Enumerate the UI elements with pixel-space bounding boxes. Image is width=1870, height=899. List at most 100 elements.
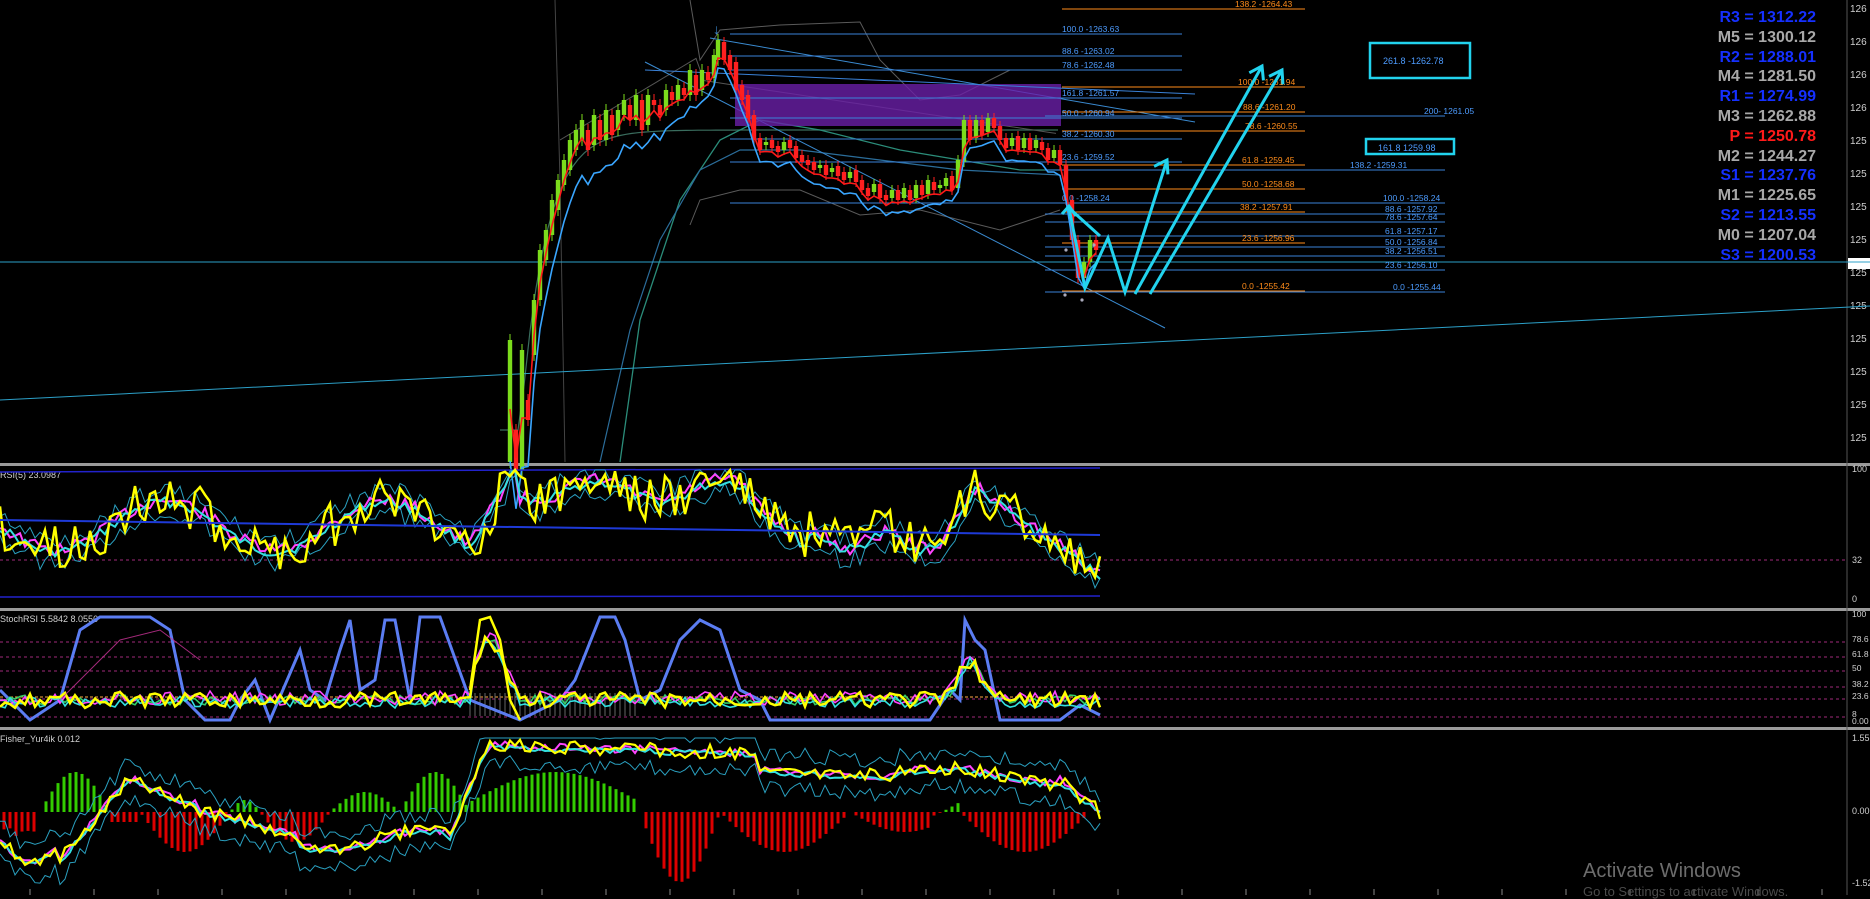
fisher-histogram-bar	[842, 812, 846, 818]
fisher-histogram-bar	[554, 772, 558, 812]
candle-body	[621, 100, 627, 115]
price-axis-label: 125	[1850, 334, 1867, 345]
candle-body	[877, 184, 883, 198]
boxed-fib-261-label: 261.8 -1262.78	[1383, 56, 1444, 66]
fisher-histogram-bar	[260, 812, 264, 815]
signal-dot	[1063, 293, 1067, 297]
fisher-histogram-bar	[20, 812, 24, 832]
fib-mid-label-8: 0.0 -1255.42	[1242, 281, 1290, 291]
fisher-histogram-bar	[746, 812, 750, 838]
candle-body	[721, 42, 727, 60]
fisher-histogram-bar	[800, 812, 804, 849]
fisher-axis-label: -1.52	[1852, 878, 1870, 888]
fisher-histogram-bar	[854, 812, 858, 816]
fisher-histogram-bar	[380, 797, 384, 812]
candle-body	[913, 185, 919, 198]
fisher-histogram-bar	[278, 812, 282, 836]
rsi-band-line-1	[0, 474, 1101, 590]
candle-body	[973, 120, 979, 138]
fisher-histogram-bar	[68, 773, 72, 812]
stoch-axis-label: 23.6	[1852, 691, 1869, 701]
fisher-histogram-bar	[1058, 812, 1062, 839]
fisher-histogram-bar	[62, 776, 66, 812]
candle-body	[793, 146, 799, 158]
candle-body	[1045, 148, 1051, 160]
fib-left-label-3: 161.8 -1261.57	[1062, 88, 1119, 98]
fisher-histogram-bar	[830, 812, 834, 829]
fisher-histogram-bar	[392, 806, 396, 812]
fisher-histogram-bar	[542, 772, 546, 812]
stoch-axis-label: 50	[1852, 663, 1862, 673]
fisher-histogram-bar	[626, 795, 630, 812]
fisher-histogram-bar	[902, 812, 906, 832]
price-axis-label: 125	[1850, 202, 1867, 213]
pivot-level-7: M2 = 1244.27	[1717, 147, 1816, 165]
pivot-level-9: M1 = 1225.65	[1717, 187, 1816, 205]
fib-right-label-0: 200- 1261.05	[1424, 106, 1474, 116]
panel-separator-0	[0, 463, 1870, 466]
fisher-histogram-bar	[812, 812, 816, 843]
fib-left-label-2: 78.6 -1262.48	[1062, 60, 1115, 70]
candle-body	[937, 185, 943, 188]
fisher-histogram-bar	[170, 812, 174, 848]
fisher-histogram-bar	[506, 782, 510, 812]
fisher-histogram-bar	[620, 792, 624, 812]
fib-left-label-0: 100.0 -1263.63	[1062, 24, 1119, 34]
fisher-histogram-bar	[578, 775, 582, 812]
candle-body	[651, 100, 657, 105]
fisher-histogram-bar	[986, 812, 990, 838]
fisher-histogram-bar	[446, 778, 450, 812]
fisher-histogram-bar	[1010, 812, 1014, 851]
fisher-histogram-bar	[656, 812, 660, 858]
pivot-level-1: M5 = 1300.12	[1717, 28, 1816, 46]
candle-body	[985, 118, 991, 132]
price-axis-label: 125	[1850, 169, 1867, 180]
fisher-histogram-bar	[920, 812, 924, 830]
fisher-histogram-bar	[950, 806, 954, 812]
fisher-histogram-bar	[644, 812, 648, 829]
ma-blue2-line	[599, 149, 1061, 463]
fisher-histogram-bar	[566, 772, 570, 812]
fisher-histogram-bar	[410, 791, 414, 812]
fisher-histogram-bar	[794, 812, 798, 851]
rsi-band-lower	[0, 595, 1101, 598]
fisher-axis-label: 0.00	[1852, 806, 1870, 816]
fisher-histogram-bar	[518, 778, 522, 812]
bollinger-lower-line	[500, 129, 1058, 431]
fisher-histogram-bar	[440, 773, 444, 812]
fisher-histogram-bar	[722, 812, 726, 816]
price-axis-label: 125	[1850, 400, 1867, 411]
fib-right-label-1: 138.2 -1259.31	[1350, 160, 1407, 170]
fisher-histogram-bar	[1016, 812, 1020, 852]
fisher-histogram-bar	[560, 772, 564, 812]
fisher-histogram-bar	[530, 774, 534, 812]
fisher-histogram-bar	[428, 773, 432, 812]
fisher-histogram-bar	[938, 812, 942, 813]
fisher-histogram-bar	[1052, 812, 1056, 843]
fisher-histogram-bar	[80, 773, 84, 812]
fisher-histogram-bar	[650, 812, 654, 844]
fisher-histogram-bar	[86, 778, 90, 812]
pivot-level-3: M4 = 1281.50	[1717, 68, 1816, 86]
stoch-axis-label: 38.2	[1852, 679, 1869, 689]
trading-chart[interactable]: 126 126 126 126 125 125 125 125 125 125 125 125 125 1…	[0, 0, 1870, 895]
activate-windows-hint: Go to Settings to activate Windows.	[1583, 884, 1789, 899]
candle-body	[1057, 150, 1063, 165]
fisher-histogram-bar	[662, 812, 666, 869]
fisher-histogram-bar	[962, 812, 966, 816]
candle-body	[669, 92, 675, 100]
fisher-histogram-bar	[272, 812, 276, 830]
fisher-histogram-bar	[32, 812, 36, 832]
candle-body	[763, 142, 769, 145]
pivot-level-11: M0 = 1207.04	[1717, 226, 1816, 244]
candle-body	[775, 146, 781, 152]
fisher-histogram-bar	[680, 812, 684, 882]
fisher-histogram-bar	[716, 812, 720, 818]
fisher-histogram-bar	[884, 812, 888, 830]
fisher-histogram-bar	[50, 791, 54, 812]
candle-body	[883, 195, 889, 200]
price-axis-label: 126	[1850, 37, 1867, 48]
pivot-level-5: M3 = 1262.88	[1717, 107, 1816, 125]
fisher-histogram-bar	[770, 812, 774, 851]
bollinger-left-1	[554, 0, 566, 463]
